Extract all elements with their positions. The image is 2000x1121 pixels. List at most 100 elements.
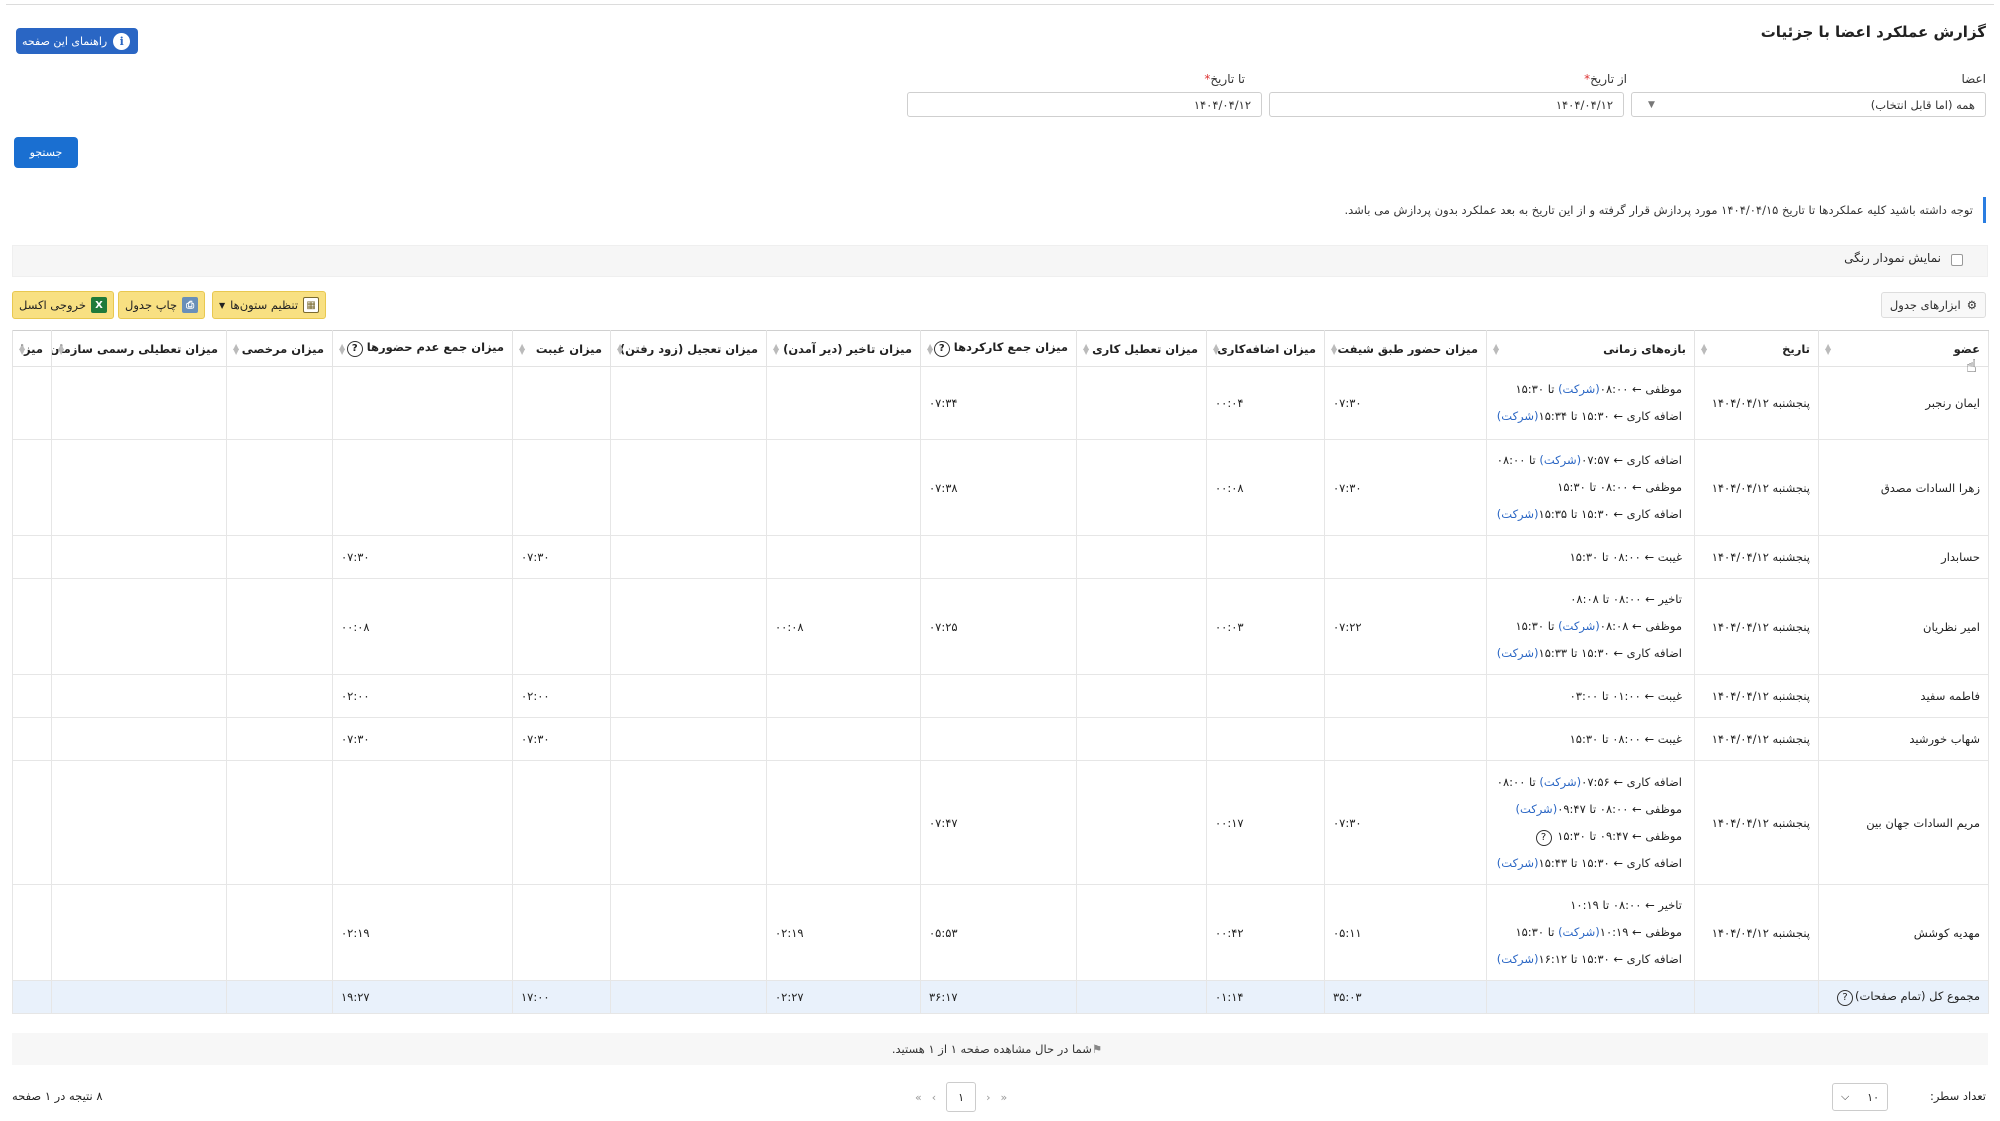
column-header[interactable]: میزان حضور طبق شیفت ▲ ▼ <box>1324 330 1487 367</box>
sort-icon[interactable]: ▲ ▼ <box>927 343 933 356</box>
sort-icon[interactable]: ▲ ▼ <box>519 343 525 356</box>
interval-line: اضافه کاری ← ۱۵:۳۰ تا ۱۵:۳۵(شرکت) <box>1496 507 1682 521</box>
members-select[interactable]: همه (اما قابل انتخاب) ▼ <box>1631 92 1986 117</box>
rows-per-page-select[interactable]: ۱۰ ⌵ <box>1832 1083 1888 1111</box>
value-cell <box>766 366 921 440</box>
column-header[interactable]: میزان تاخیر (دیر آمدن) ▲ ▼ <box>766 330 921 367</box>
excel-export-button[interactable]: X خروجی اکسل <box>12 291 114 319</box>
value-cell <box>1076 535 1207 579</box>
column-header[interactable]: بازه‌های زمانی ▲ ▼ <box>1486 330 1695 367</box>
value-cell: ۰۵:۱۱ <box>1324 884 1487 981</box>
table-row[interactable]: زهرا السادات مصدق پنجشنبه ۱۴۰۴/۰۴/۱۲ اضافه… <box>12 439 1989 536</box>
column-header[interactable]: میزان تعطیل کاری ▲ ▼ <box>1076 330 1207 367</box>
table-row[interactable]: فاطمه سفید پنجشنبه ۱۴۰۴/۰۴/۱۲ غیبت ← ۰۱:۰۰… <box>12 674 1989 718</box>
chart-toggle-checkbox[interactable] <box>1951 254 1963 266</box>
sort-icon[interactable]: ▲ ▼ <box>1825 343 1831 356</box>
table-tools-button[interactable]: ⚙ ابزارهای جدول <box>1880 292 1986 318</box>
last-page-button[interactable]: » <box>1001 1091 1008 1104</box>
from-date-label: از تاریخ* <box>1584 72 1627 86</box>
column-header[interactable]: تاریخ ▲ ▼ <box>1694 330 1819 367</box>
interval-line: غیبت ← ۰۸:۰۰ تا ۱۵:۳۰ <box>1569 731 1682 746</box>
table-row[interactable]: امیر نظریان پنجشنبه ۱۴۰۴/۰۴/۱۲ تاخیر ← ۰۸:… <box>12 578 1989 675</box>
from-date-input[interactable]: ۱۴۰۴/۰۴/۱۲ <box>1269 92 1624 117</box>
column-header[interactable]: میزان تعطیلی رسمی سازمان ▲ ▼ <box>51 330 227 367</box>
column-header[interactable]: میزان جمع کارکردها? ▲ ▼ <box>920 330 1077 367</box>
rows-per-page-label: تعداد سطر: <box>1929 1089 1986 1103</box>
next-page-button[interactable]: › <box>986 1091 990 1104</box>
member-cell: فاطمه سفید <box>1818 674 1989 718</box>
value-cell <box>332 366 513 440</box>
company-link[interactable]: (شرکت) <box>1558 619 1600 633</box>
value-cell <box>226 366 333 440</box>
sort-icon[interactable]: ▲ ▼ <box>58 343 64 356</box>
company-link[interactable]: (شرکت) <box>1497 952 1539 966</box>
table-row[interactable]: حسابدار پنجشنبه ۱۴۰۴/۰۴/۱۲ غیبت ← ۰۸:۰۰ تا… <box>12 535 1989 579</box>
company-link[interactable]: (شرکت) <box>1558 925 1600 939</box>
sort-icon[interactable]: ▲ ▼ <box>1493 343 1499 356</box>
value-cell <box>51 366 227 440</box>
first-page-button[interactable]: « <box>915 1091 922 1104</box>
prev-page-button[interactable]: ‹ <box>932 1091 936 1104</box>
value-cell <box>610 366 767 440</box>
column-header[interactable]: میزان تعجیل (زود رفتن) ▲ ▼ <box>610 330 767 367</box>
table-row[interactable]: مریم السادات جهان بین پنجشنبه ۱۴۰۴/۰۴/۱۲ ا… <box>12 760 1989 885</box>
value-cell <box>1076 578 1207 675</box>
total-value-cell: ۰۱:۱۴ <box>1206 980 1325 1014</box>
company-link[interactable]: (شرکت) <box>1515 802 1557 816</box>
help-button-label: راهنمای این صفحه <box>22 34 108 48</box>
help-button[interactable]: i راهنمای این صفحه <box>16 28 139 54</box>
company-link[interactable]: (شرکت) <box>1539 453 1581 467</box>
value-cell <box>610 760 767 885</box>
table-row[interactable]: ایمان رنجبر پنجشنبه ۱۴۰۴/۰۴/۱۲ موظفی ← ۰۸:… <box>12 366 1989 440</box>
help-icon[interactable]: ? <box>933 341 950 357</box>
sort-icon[interactable]: ▲ ▼ <box>1083 343 1089 356</box>
company-link[interactable]: (شرکت) <box>1497 507 1539 521</box>
column-header[interactable]: میزان اضافه‌کاری ▲ ▼ <box>1206 330 1325 367</box>
total-cell <box>1694 980 1819 1014</box>
company-link[interactable]: (شرکت) <box>1539 775 1581 789</box>
value-cell: ۰۰:۰۸ <box>1206 439 1325 536</box>
value-cell <box>1206 717 1325 761</box>
print-table-button[interactable]: ⎙ چاپ جدول <box>118 291 206 319</box>
sort-icon[interactable]: ▲ ▼ <box>233 343 239 356</box>
company-link[interactable]: (شرکت) <box>1497 409 1539 423</box>
sort-icon[interactable]: ▲ ▼ <box>1213 343 1219 356</box>
members-label: اعضا <box>1961 72 1986 86</box>
interval-line: اضافه کاری ← ۱۵:۳۰ تا ۱۵:۳۴(شرکت) <box>1496 409 1682 423</box>
column-header-label: میزان حضور طبق شیفت <box>1337 341 1478 356</box>
help-icon[interactable]: ? <box>1837 989 1854 1006</box>
table-row[interactable]: مهدیه کوشش پنجشنبه ۱۴۰۴/۰۴/۱۲ تاخیر ← ۰۸:۰… <box>12 884 1989 981</box>
table-row[interactable]: شهاب خورشید پنجشنبه ۱۴۰۴/۰۴/۱۲ غیبت ← ۰۸:۰… <box>12 717 1989 761</box>
company-link[interactable]: (شرکت) <box>1558 382 1600 396</box>
value-cell <box>766 535 921 579</box>
date-cell: پنجشنبه ۱۴۰۴/۰۴/۱۲ <box>1694 439 1819 536</box>
value-cell <box>610 578 767 675</box>
intervals-cell: اضافه کاری ← ۰۷:۵۷(شرکت) تا ۰۸:۰۰ موظفی ←… <box>1486 439 1695 536</box>
sort-icon[interactable]: ▲ ▼ <box>19 343 25 356</box>
help-icon[interactable]: ? <box>1535 829 1552 846</box>
value-cell <box>51 535 227 579</box>
column-header[interactable]: میزا ▲ ▼ <box>12 330 52 367</box>
sort-icon[interactable]: ▲ ▼ <box>1701 343 1707 356</box>
interval-line: اضافه کاری ← ۱۵:۳۰ تا ۱۵:۴۳(شرکت) <box>1496 855 1682 870</box>
company-link[interactable]: (شرکت) <box>1497 856 1539 870</box>
overflow-cell <box>12 439 52 536</box>
column-settings-button[interactable]: ▦ تنظیم ستون‌ها ▼ <box>212 291 327 319</box>
sort-icon[interactable]: ▲ ▼ <box>617 343 623 356</box>
to-date-input[interactable]: ۱۴۰۴/۰۴/۱۲ <box>907 92 1262 117</box>
search-button[interactable]: جستجو <box>14 137 78 168</box>
column-header[interactable]: میزان مرخصی ▲ ▼ <box>226 330 333 367</box>
column-header[interactable]: عضو ▲ ▼ <box>1818 330 1989 367</box>
results-count: ۸ نتیجه در ۱ صفحه <box>12 1089 103 1103</box>
help-icon[interactable]: ? <box>346 341 363 357</box>
interval-line: غیبت ← ۰۱:۰۰ تا ۰۳:۰۰ <box>1569 688 1682 703</box>
sort-icon[interactable]: ▲ ▼ <box>1331 343 1337 356</box>
company-link[interactable]: (شرکت) <box>1497 646 1539 660</box>
column-header[interactable]: میزان غیبت ▲ ▼ <box>512 330 611 367</box>
column-header[interactable]: میزان جمع عدم حضورها? ▲ ▼ <box>332 330 513 367</box>
sort-icon[interactable]: ▲ ▼ <box>773 343 779 356</box>
value-cell <box>51 439 227 536</box>
sort-icon[interactable]: ▲ ▼ <box>339 343 345 356</box>
page-button-current[interactable]: ۱ <box>946 1082 977 1112</box>
value-cell <box>610 439 767 536</box>
